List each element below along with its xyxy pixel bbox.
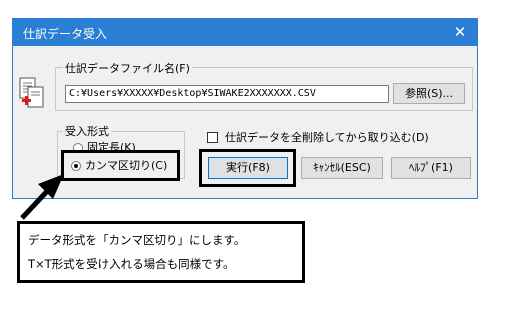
callout-box: データ形式を「カンマ区切り」にします。 T×T形式を受け入れる場合も同様です。 <box>17 221 305 283</box>
callout-line-1: データ形式を「カンマ区切り」にします。 <box>28 233 246 247</box>
callout-line-2: T×T形式を受け入れる場合も同様です。 <box>28 257 235 271</box>
